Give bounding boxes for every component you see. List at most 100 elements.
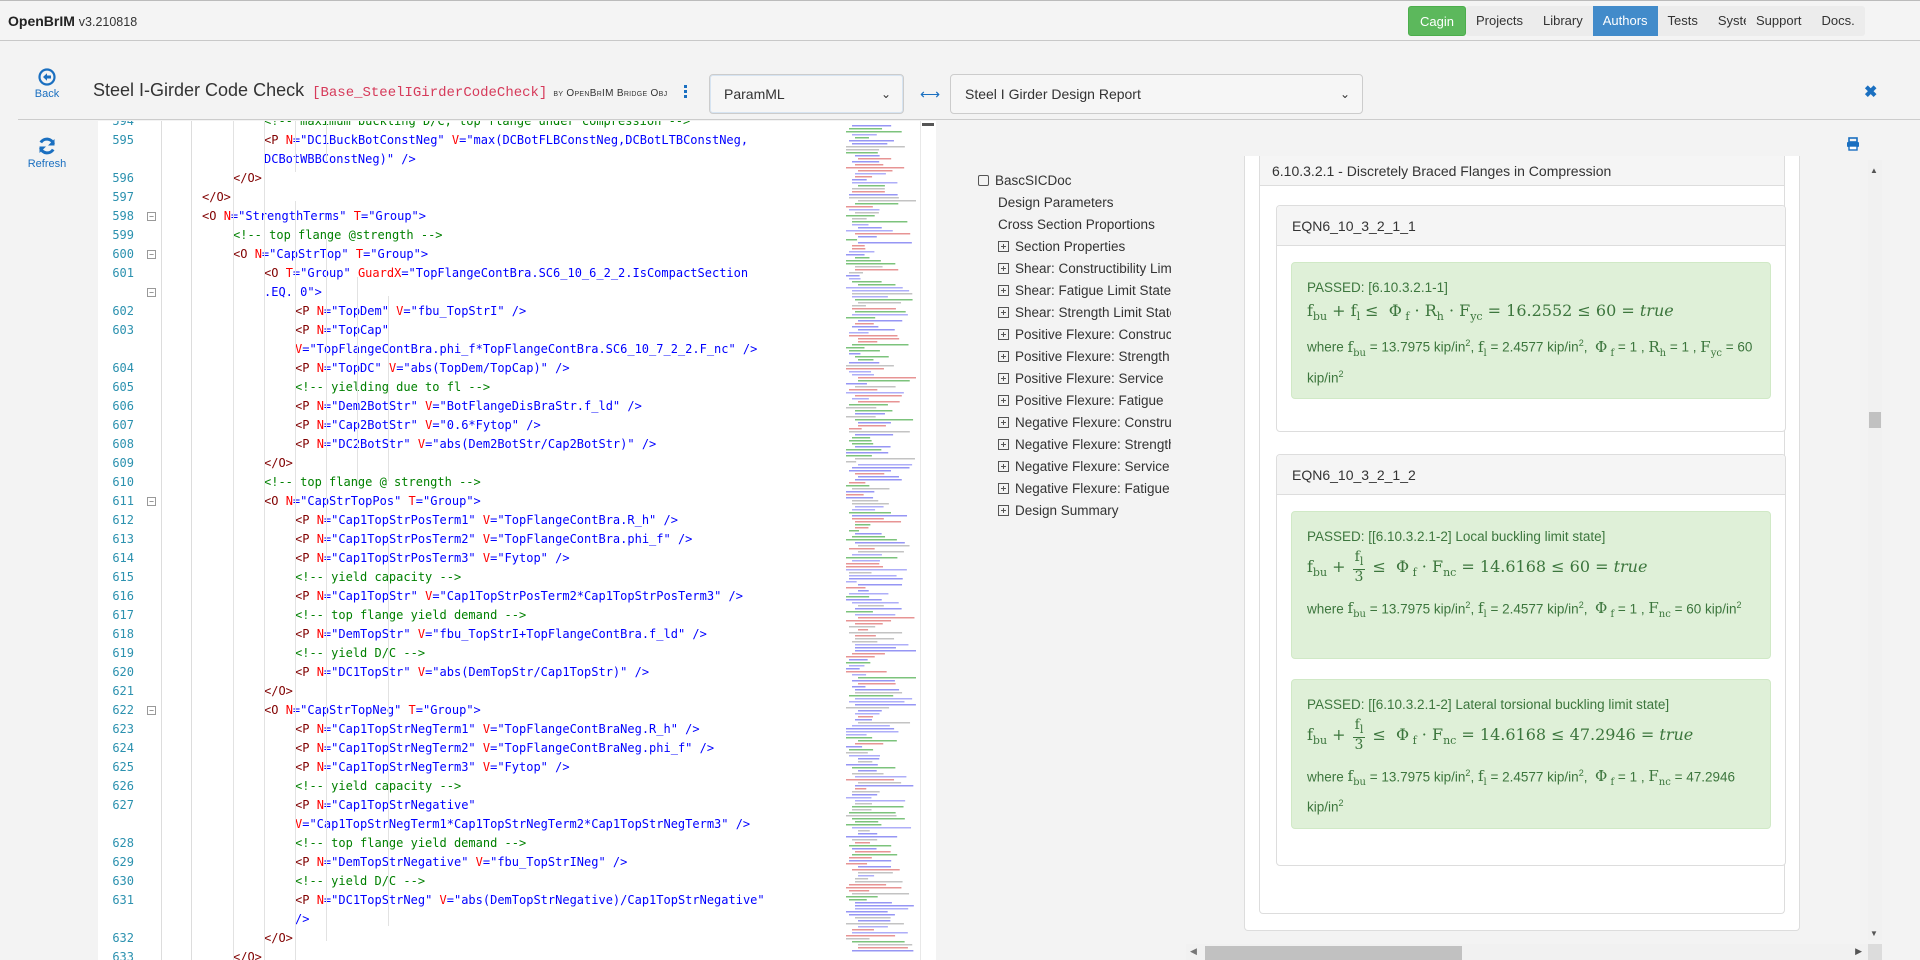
- back-button[interactable]: Back: [12, 68, 82, 100]
- code-line[interactable]: 612 <P N="Cap1TopStrPosTerm1" V="TopFlang…: [98, 511, 838, 530]
- code-line[interactable]: 615 <!-- yield capacity -->: [98, 568, 838, 587]
- code-line[interactable]: 616 <P N="Cap1TopStr" V="Cap1TopStrPosTer…: [98, 587, 838, 606]
- nav-library[interactable]: Library: [1533, 6, 1593, 36]
- code-line[interactable]: 607 <P N="Cap2BotStr" V="0.6*Fytop" />: [98, 416, 838, 435]
- scroll-down-arrow-icon[interactable]: ▼: [1870, 929, 1878, 938]
- expand-icon[interactable]: [998, 373, 1009, 384]
- code-line[interactable]: 596 </O>: [98, 169, 838, 188]
- code-line[interactable]: 617 <!-- top flange yield demand -->: [98, 606, 838, 625]
- close-icon[interactable]: ✖: [1864, 82, 1877, 102]
- expand-icon[interactable]: [998, 417, 1009, 428]
- refresh-button[interactable]: Refresh: [12, 136, 82, 170]
- expand-icon[interactable]: [998, 461, 1009, 472]
- tree-node[interactable]: Positive Flexure: Strength: [978, 346, 1171, 368]
- code-line[interactable]: 595 <P N="DC1BuckBotConstNeg" V="max(DCBo…: [98, 131, 838, 150]
- report-horizontal-scrollbar[interactable]: ◀ ▶: [1186, 944, 1868, 960]
- fold-toggle-icon[interactable]: −: [147, 497, 156, 506]
- expand-icon[interactable]: [998, 395, 1009, 406]
- code-line[interactable]: 626 <!-- yield capacity -->: [98, 777, 838, 796]
- code-line[interactable]: 594 <!-- maximum buckling D/C, top flange…: [98, 121, 838, 131]
- tree-node[interactable]: Positive Flexure: Constructibility: [978, 324, 1171, 346]
- code-line[interactable]: 600 − <O N="CapStrTop" T="Group">: [98, 245, 838, 264]
- nav-docs[interactable]: Docs.: [1812, 6, 1865, 36]
- expand-icon[interactable]: [998, 483, 1009, 494]
- code-line[interactable]: 627 <P N="Cap1TopStrNegative": [98, 796, 838, 815]
- code-editor[interactable]: 594 <!-- maximum buckling D/C, top flange…: [98, 121, 936, 960]
- code-line[interactable]: 622 − <O N="CapStrTopNeg" T="Group">: [98, 701, 838, 720]
- fold-toggle-icon[interactable]: −: [147, 288, 156, 297]
- tree-node[interactable]: Design Summary: [978, 500, 1171, 522]
- report-vertical-scrollbar[interactable]: ▲ ▼: [1868, 160, 1882, 940]
- tree-node[interactable]: Negative Flexure: Constructibility: [978, 412, 1171, 434]
- tree-node[interactable]: Negative Flexure: Service: [978, 456, 1171, 478]
- editor-scrollbar[interactable]: [920, 121, 934, 960]
- tree-node[interactable]: Negative Flexure: Strength: [978, 434, 1171, 456]
- tree-node[interactable]: Design Parameters: [978, 192, 1171, 214]
- code-line[interactable]: − .EQ. 0">: [98, 283, 838, 302]
- code-line[interactable]: 633 </O>: [98, 948, 838, 960]
- swap-horizontal-icon[interactable]: ⟷: [920, 86, 940, 103]
- expand-icon[interactable]: [998, 439, 1009, 450]
- tree-node[interactable]: Negative Flexure: Fatigue: [978, 478, 1171, 500]
- scroll-left-arrow-icon[interactable]: ◀: [1190, 946, 1197, 957]
- code-line[interactable]: 604 <P N="TopDC" V="abs(TopDem/TopCap)" /…: [98, 359, 838, 378]
- view-select[interactable]: ParamML ⌄: [709, 74, 904, 114]
- tree-node[interactable]: Shear: Fatigue Limit State: [978, 280, 1171, 302]
- fold-toggle-icon[interactable]: −: [147, 250, 156, 259]
- code-line[interactable]: 605 <!-- yielding due to fl -->: [98, 378, 838, 397]
- expand-icon[interactable]: [998, 263, 1009, 274]
- code-line[interactable]: 619 <!-- yield D/C -->: [98, 644, 838, 663]
- scroll-thumb[interactable]: [1869, 412, 1881, 428]
- code-line[interactable]: />: [98, 910, 838, 929]
- expand-icon[interactable]: [998, 285, 1009, 296]
- code-line[interactable]: 629 <P N="DemTopStrNegative" V="fbu_TopSt…: [98, 853, 838, 872]
- nav-projects[interactable]: Projects: [1466, 6, 1533, 36]
- fold-toggle-icon[interactable]: −: [147, 706, 156, 715]
- scroll-up-arrow-icon[interactable]: ▲: [1870, 166, 1878, 175]
- code-line[interactable]: 597 </O>: [98, 188, 838, 207]
- code-line[interactable]: V="TopFlangeContBra.phi_f*TopFlangeContB…: [98, 340, 838, 359]
- expand-icon[interactable]: [998, 329, 1009, 340]
- code-line[interactable]: 632 </O>: [98, 929, 838, 948]
- more-options-icon[interactable]: [684, 85, 688, 100]
- code-minimap[interactable]: [846, 123, 918, 958]
- editor-scroll-thumb[interactable]: [922, 123, 934, 126]
- expand-icon[interactable]: [998, 505, 1009, 516]
- code-line[interactable]: 609 </O>: [98, 454, 838, 473]
- scroll-right-arrow-icon[interactable]: ▶: [1855, 946, 1862, 957]
- tree-node[interactable]: Shear: Constructibility Limit State: [978, 258, 1171, 280]
- checkbox-icon[interactable]: [978, 175, 989, 186]
- user-button[interactable]: Cagin: [1408, 6, 1466, 36]
- code-line[interactable]: 613 <P N="Cap1TopStrPosTerm2" V="TopFlang…: [98, 530, 838, 549]
- code-line[interactable]: DCBotWBBConstNeg)" />: [98, 150, 838, 169]
- code-line[interactable]: 611 − <O N="CapStrTopPos" T="Group">: [98, 492, 838, 511]
- nav-authors[interactable]: Authors: [1592, 6, 1658, 36]
- tree-node[interactable]: Shear: Strength Limit State: [978, 302, 1171, 324]
- code-line[interactable]: 625 <P N="Cap1TopStrNegTerm3" V="Fytop" /…: [98, 758, 838, 777]
- tree-node[interactable]: Cross Section Proportions: [978, 214, 1171, 236]
- expand-icon[interactable]: [998, 307, 1009, 318]
- expand-icon[interactable]: [998, 351, 1009, 362]
- code-line[interactable]: 598 − <O N="StrengthTerms" T="Group">: [98, 207, 838, 226]
- tree-node[interactable]: Positive Flexure: Fatigue: [978, 390, 1171, 412]
- scroll-thumb[interactable]: [1205, 946, 1462, 960]
- print-icon[interactable]: [1846, 137, 1860, 156]
- code-line[interactable]: V="Cap1TopStrNegTerm1*Cap1TopStrNegTerm2…: [98, 815, 838, 834]
- nav-support[interactable]: Support: [1746, 6, 1812, 36]
- code-line[interactable]: 631 <P N="DC1TopStrNeg" V="abs(DemTopStrN…: [98, 891, 838, 910]
- report-select[interactable]: Steel I Girder Design Report ⌄: [950, 74, 1363, 114]
- code-line[interactable]: 614 <P N="Cap1TopStrPosTerm3" V="Fytop" /…: [98, 549, 838, 568]
- code-line[interactable]: 608 <P N="DC2BotStr" V="abs(Dem2BotStr/Ca…: [98, 435, 838, 454]
- code-line[interactable]: 630 <!-- yield D/C -->: [98, 872, 838, 891]
- fold-toggle-icon[interactable]: −: [147, 212, 156, 221]
- code-line[interactable]: 601 <O T="Group" GuardX="TopFlangeContBra…: [98, 264, 838, 283]
- code-line[interactable]: 624 <P N="Cap1TopStrNegTerm2" V="TopFlang…: [98, 739, 838, 758]
- tree-node[interactable]: Section Properties: [978, 236, 1171, 258]
- code-line[interactable]: 618 <P N="DemTopStr" V="fbu_TopStrI+TopFl…: [98, 625, 838, 644]
- tree-node[interactable]: BascSICDoc: [978, 170, 1171, 192]
- code-line[interactable]: 610 <!-- top flange @ strength -->: [98, 473, 838, 492]
- code-line[interactable]: 603 <P N="TopCap": [98, 321, 838, 340]
- code-line[interactable]: 623 <P N="Cap1TopStrNegTerm1" V="TopFlang…: [98, 720, 838, 739]
- code-line[interactable]: 599 <!-- top flange @strength -->: [98, 226, 838, 245]
- code-line[interactable]: 621 </O>: [98, 682, 838, 701]
